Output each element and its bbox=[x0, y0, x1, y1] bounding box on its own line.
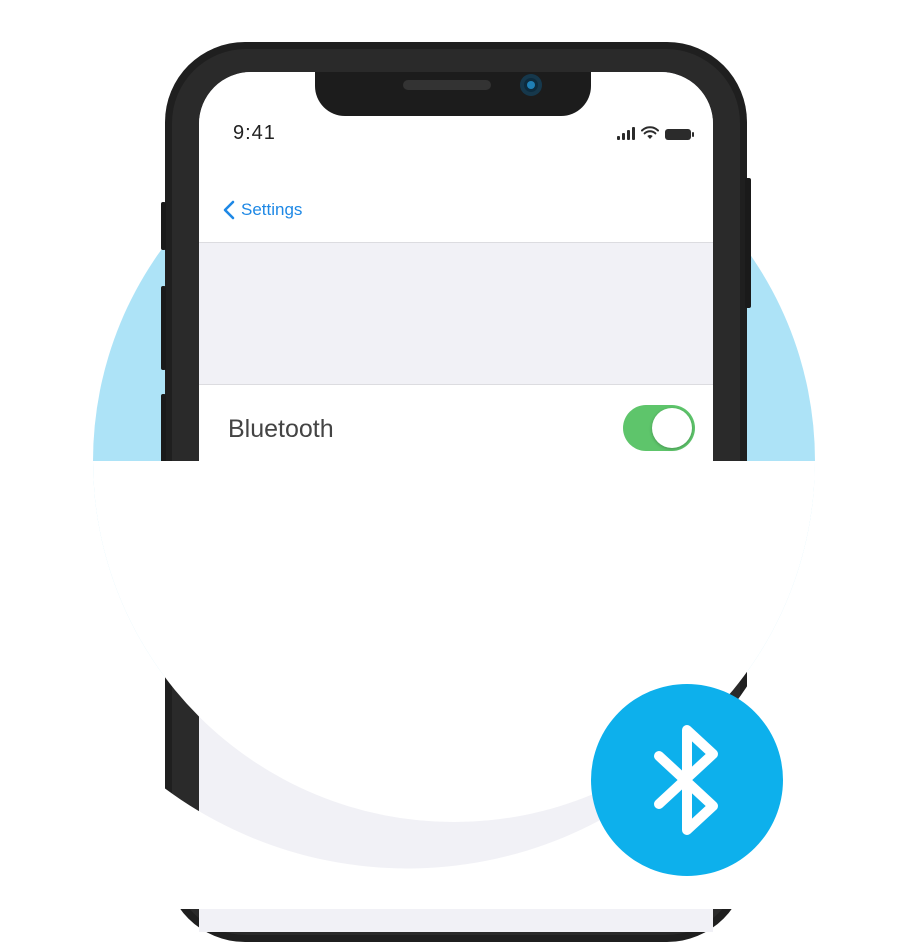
bluetooth-icon bbox=[654, 725, 718, 835]
battery-icon bbox=[665, 129, 694, 140]
power-button bbox=[745, 178, 751, 308]
volume-up-button bbox=[161, 202, 166, 250]
toggle-knob bbox=[652, 408, 692, 448]
speaker-grille bbox=[403, 80, 491, 90]
cellular-signal-icon bbox=[617, 126, 635, 140]
bluetooth-label: Bluetooth bbox=[228, 415, 334, 443]
mute-button bbox=[161, 394, 166, 480]
navigation-bar: Settings bbox=[199, 142, 713, 243]
back-button[interactable]: Settings bbox=[223, 200, 302, 220]
status-icons bbox=[617, 126, 694, 140]
chevron-left-icon bbox=[223, 200, 235, 220]
bluetooth-toggle[interactable] bbox=[623, 405, 695, 451]
front-camera bbox=[520, 74, 542, 96]
back-label: Settings bbox=[241, 200, 303, 219]
volume-down-button bbox=[161, 286, 166, 370]
bluetooth-row: Bluetooth bbox=[199, 384, 713, 474]
bluetooth-badge bbox=[591, 684, 783, 876]
phone-notch bbox=[315, 72, 591, 116]
wifi-icon bbox=[641, 126, 659, 139]
